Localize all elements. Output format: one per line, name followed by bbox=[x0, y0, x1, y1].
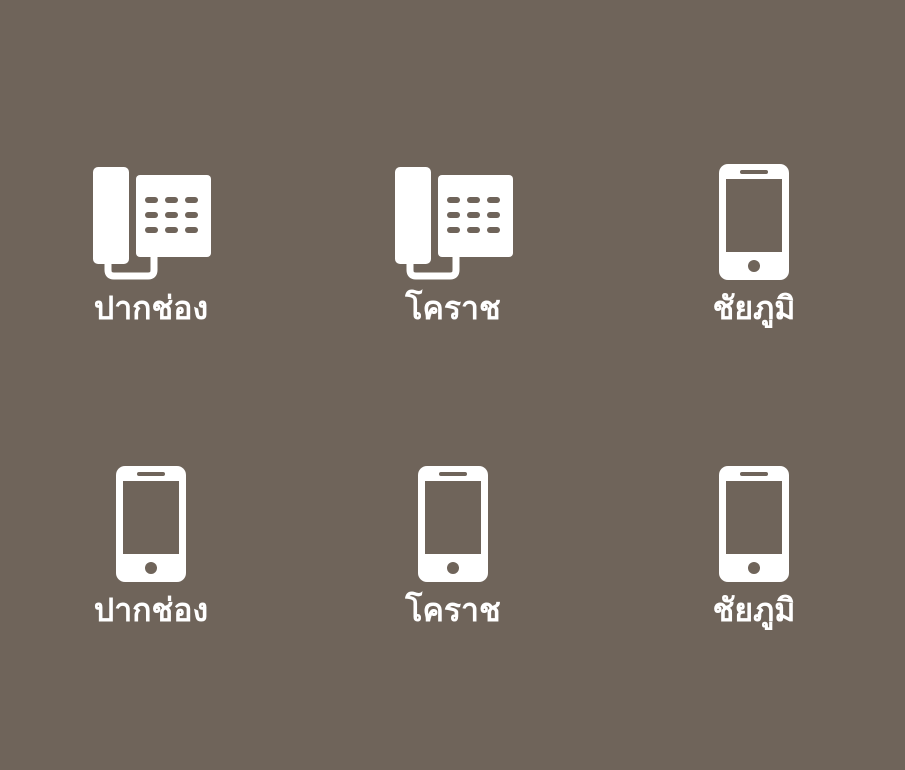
contact-pakchong-mobile[interactable]: ปากช่อง bbox=[51, 464, 251, 644]
desk-phone-icon bbox=[391, 162, 515, 280]
contact-label: ปากช่อง bbox=[93, 591, 209, 629]
mobile-phone-icon bbox=[718, 464, 790, 584]
contact-label: ชัยภูมิ bbox=[712, 591, 796, 629]
mobile-phone-icon bbox=[718, 162, 790, 282]
contact-chaiyaphum-mobile[interactable]: ชัยภูมิ bbox=[654, 162, 854, 342]
contact-pakchong-office[interactable]: ปากช่อง bbox=[51, 162, 251, 342]
contact-label: โคราช bbox=[405, 591, 501, 629]
contact-label: ชัยภูมิ bbox=[712, 289, 796, 327]
contact-chaiyaphum-mobile-2[interactable]: ชัยภูมิ bbox=[654, 464, 854, 644]
mobile-phone-icon bbox=[417, 464, 489, 584]
mobile-phone-icon bbox=[115, 464, 187, 584]
contact-label: โคราช bbox=[405, 289, 501, 327]
contact-korat-office[interactable]: โคราช bbox=[353, 162, 553, 342]
desk-phone-icon bbox=[89, 162, 213, 280]
contact-label: ปากช่อง bbox=[93, 289, 209, 327]
contact-korat-mobile[interactable]: โคราช bbox=[353, 464, 553, 644]
